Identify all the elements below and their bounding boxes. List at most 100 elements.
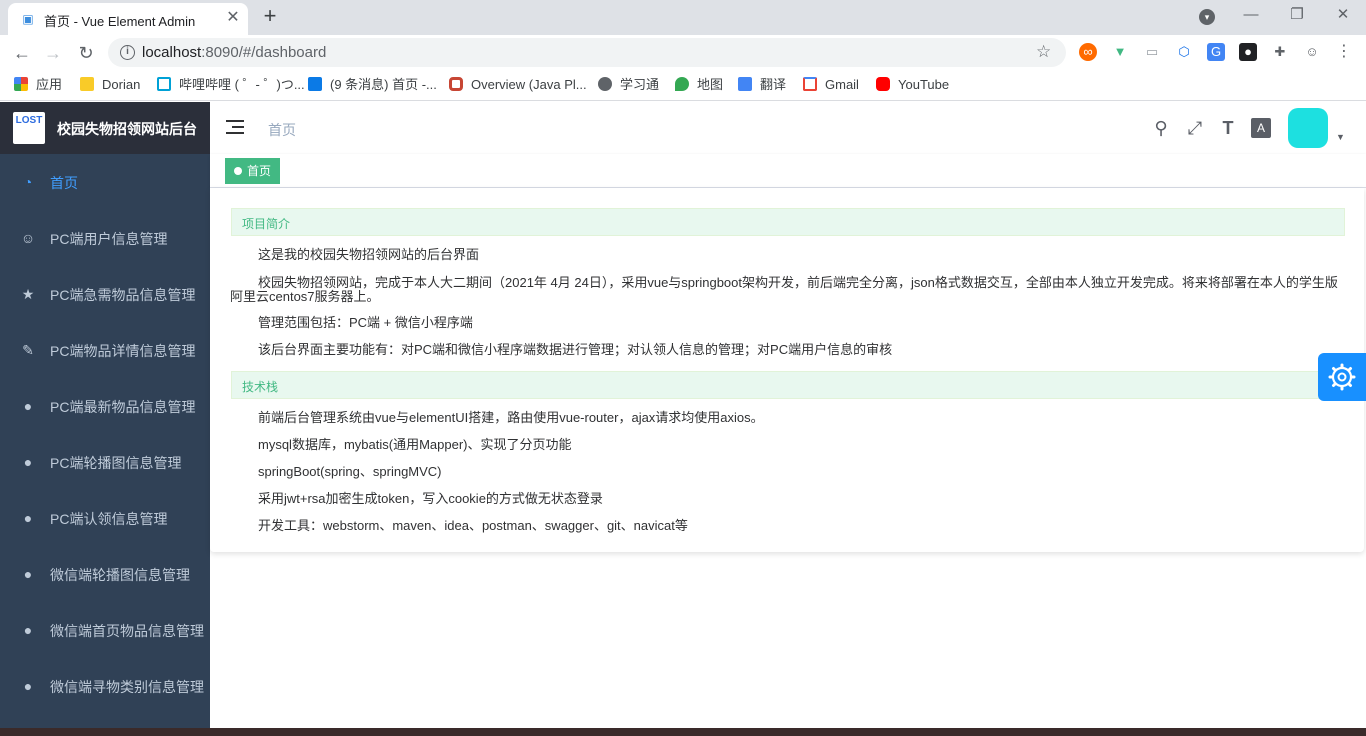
sidebar-item-dashboard[interactable]: ◔ 首页	[0, 154, 210, 210]
browser-tab[interactable]: ▣ 首页 - Vue Element Admin ✕	[8, 3, 248, 35]
sidebar-item-label: PC端物品详情信息管理	[50, 343, 196, 359]
tags-view: 首页	[210, 154, 1366, 188]
globe-icon: ●	[23, 454, 33, 470]
back-icon[interactable]: ←	[9, 40, 35, 66]
gmail-icon	[803, 77, 817, 91]
profile-icon[interactable]: ☺	[1303, 43, 1321, 61]
paragraph: 采用jwt+rsa加密生成token，写入cookie的方式做无状态登录	[258, 491, 603, 506]
gear-icon	[1328, 363, 1356, 391]
paragraph: 开发工具：webstorm、maven、idea、postman、swagger…	[258, 518, 688, 533]
extension-dots-icon[interactable]: ●	[1239, 43, 1257, 61]
bookmark-label: 哔哩哔哩 ( ゜- ゜)つ...	[179, 77, 305, 92]
extension-screen-icon[interactable]: ▭	[1143, 43, 1161, 61]
sidebar-item-pc-claims[interactable]: ● PC端认领信息管理	[0, 490, 210, 546]
paragraph: 校园失物招领网站，完成于本人大二期间（2021年 4月 24日），采用vue与s…	[230, 275, 1338, 304]
address-bar[interactable]: i localhost:8090/#/dashboard ☆	[108, 38, 1066, 67]
sidebar-item-pc-details[interactable]: ✎ PC端物品详情信息管理	[0, 322, 210, 378]
bookmark-item[interactable]: 哔哩哔哩 ( ゜- ゜)つ...	[157, 76, 305, 94]
sidebar-item-pc-urgent[interactable]: ★ PC端急需物品信息管理	[0, 266, 210, 322]
sidebar-item-label: 微信端首页物品信息管理	[50, 623, 204, 639]
caret-down-icon[interactable]: ▼	[1336, 132, 1345, 142]
url-text[interactable]: localhost:8090/#/dashboard	[142, 44, 326, 61]
breadcrumb[interactable]: 首页	[268, 120, 296, 140]
close-icon[interactable]: ✕	[224, 9, 242, 27]
paragraph: 前端后台管理系统由vue与elementUI搭建，路由使用vue-router，…	[258, 410, 764, 425]
bookmark-label: Gmail	[825, 77, 859, 92]
reload-icon[interactable]: ↻	[73, 40, 99, 66]
paragraph: 管理范围包括：PC端 + 微信小程序端	[258, 315, 473, 330]
bookmark-label: YouTube	[898, 77, 950, 92]
translate-extension-icon[interactable]: G	[1207, 43, 1225, 61]
section-title: 技术栈	[242, 380, 279, 394]
sidebar-item-label: 微信端寻物类别信息管理	[50, 679, 204, 695]
translate-icon	[738, 77, 752, 91]
bookmark-item[interactable]: YouTube	[876, 76, 949, 94]
bookmark-label: Overview (Java Pl...	[471, 77, 587, 92]
sidebar-item-label: 微信端轮播图信息管理	[50, 567, 190, 583]
settings-button[interactable]	[1318, 353, 1366, 401]
language-icon[interactable]: A	[1251, 118, 1271, 138]
tab-search-icon[interactable]: ▾	[1199, 9, 1215, 25]
youtube-icon	[876, 77, 890, 91]
bookmark-label: 应用	[36, 77, 63, 92]
bookmark-item[interactable]: (9 条消息) 首页 -...	[308, 76, 437, 94]
avatar[interactable]	[1288, 108, 1328, 148]
tag-dashboard[interactable]: 首页	[225, 158, 281, 184]
vue-devtools-icon[interactable]: ▼	[1111, 43, 1129, 61]
bookmark-item[interactable]: Overview (Java Pl...	[449, 76, 587, 94]
star-icon: ★	[21, 286, 35, 302]
bookmark-item[interactable]: 地图	[675, 76, 723, 94]
bookmark-item[interactable]: Dorian	[80, 76, 140, 94]
fullscreen-icon[interactable]: ⤢	[1184, 117, 1206, 139]
sidebar-item-pc-users[interactable]: ☺ PC端用户信息管理	[0, 210, 210, 266]
extension-infinity-icon[interactable]: ∞	[1079, 43, 1097, 61]
bookmark-item[interactable]: 翻译	[738, 76, 786, 94]
minimize-icon[interactable]: —	[1238, 4, 1264, 28]
globe-icon: ●	[23, 398, 33, 414]
section-header: 项目简介	[231, 208, 1345, 236]
info-icon[interactable]: i	[120, 45, 135, 60]
navbar: 首页 ⚲ ⤢ T A ▼	[210, 102, 1366, 154]
bookmark-item[interactable]: 应用	[14, 76, 62, 94]
bookmark-label: Dorian	[102, 77, 141, 92]
user-icon: ☺	[20, 230, 36, 246]
sidebar-item-wx-carousel[interactable]: ● 微信端轮播图信息管理	[0, 546, 210, 602]
bookmark-star-icon[interactable]: ☆	[1036, 42, 1051, 62]
paragraph: 该后台界面主要功能有：对PC端和微信小程序端数据进行管理；对认领人信息的管理；对…	[258, 342, 893, 357]
sidebar-item-pc-carousel[interactable]: ● PC端轮播图信息管理	[0, 434, 210, 490]
main-content: 项目简介 这是我的校园失物招领网站的后台界面 校园失物招领网站，完成于本人大二期…	[210, 188, 1366, 728]
sidebar-item-label: 首页	[50, 175, 78, 191]
bookmark-item[interactable]: Gmail	[803, 76, 859, 94]
extension-cube-icon[interactable]: ⬡	[1175, 43, 1193, 61]
window-close-icon[interactable]: ✕	[1330, 4, 1356, 28]
search-icon[interactable]: ⚲	[1150, 117, 1172, 139]
browser-toolbar: ← → ↻ i localhost:8090/#/dashboard ☆ ∞ ▼…	[0, 35, 1366, 70]
folder-icon	[80, 77, 94, 91]
sidebar-item-wx-categories[interactable]: ● 微信端寻物类别信息管理	[0, 658, 210, 714]
section-title: 项目简介	[242, 217, 291, 231]
font-size-icon[interactable]: T	[1217, 117, 1239, 139]
extensions-puzzle-icon[interactable]: ✚	[1271, 43, 1289, 61]
logo-image: LOST	[13, 112, 45, 144]
dashboard-icon: ◔	[23, 174, 33, 190]
sidebar-item-pc-latest[interactable]: ● PC端最新物品信息管理	[0, 378, 210, 434]
sidebar-logo[interactable]: LOST 校园失物招领网站后台	[0, 102, 210, 154]
sidebar-item-wx-home-items[interactable]: ● 微信端首页物品信息管理	[0, 602, 210, 658]
url-host: localhost	[142, 44, 202, 61]
globe-icon: ●	[23, 622, 33, 638]
edit-icon: ✎	[22, 342, 34, 358]
forward-icon[interactable]: →	[40, 40, 66, 66]
sidebar-item-label: PC端轮播图信息管理	[50, 455, 182, 471]
sidebar-item-label: PC端认领信息管理	[50, 511, 168, 527]
apps-grid-icon	[14, 77, 28, 91]
dashboard-card: 项目简介 这是我的校园失物招领网站的后台界面 校园失物招领网站，完成于本人大二期…	[210, 188, 1365, 552]
tag-label: 首页	[247, 164, 272, 178]
paragraph: 这是我的校园失物招领网站的后台界面	[258, 247, 480, 262]
globe-icon: ●	[23, 678, 33, 694]
browser-tabstrip: ▣ 首页 - Vue Element Admin ✕ + ▾ — ❐ ✕	[0, 0, 1366, 35]
restore-icon[interactable]: ❐	[1284, 4, 1310, 28]
hamburger-icon[interactable]	[226, 118, 244, 136]
more-menu-icon[interactable]: ⋮	[1335, 43, 1353, 61]
bookmark-item[interactable]: 学习通	[598, 76, 659, 94]
new-tab-button[interactable]: +	[258, 5, 282, 29]
